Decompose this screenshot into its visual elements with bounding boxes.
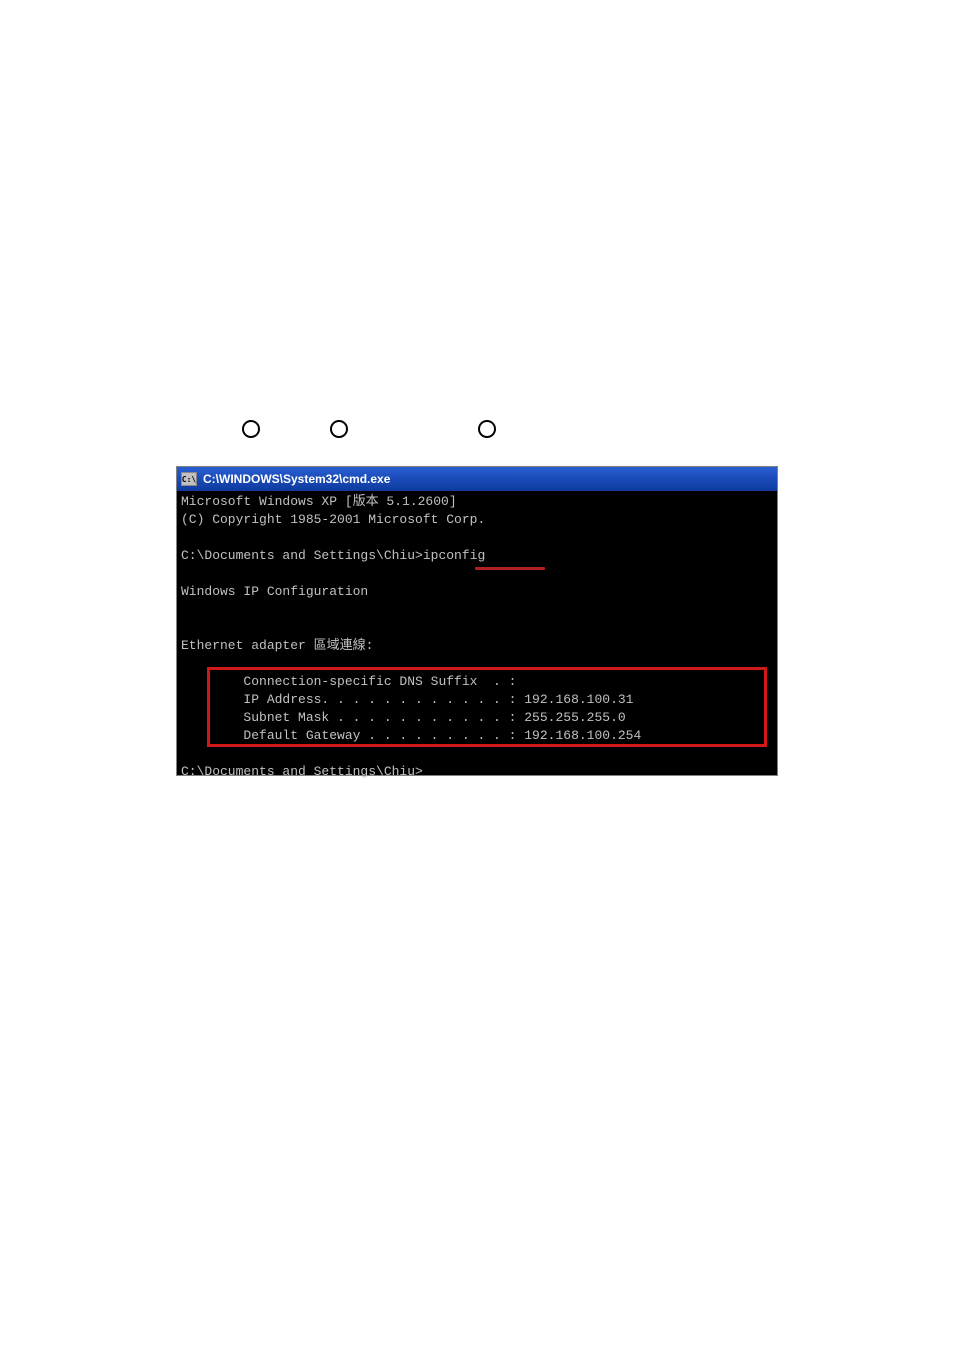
- circle-icon: [330, 420, 348, 438]
- prompt-ipconfig: C:\Documents and Settings\Chiu>ipconfig: [181, 548, 485, 563]
- decorative-circles: [242, 420, 496, 438]
- terminal-output[interactable]: Microsoft Windows XP [版本 5.1.2600] (C) C…: [177, 491, 777, 783]
- ip-address-line: IP Address. . . . . . . . . . . . : 192.…: [181, 692, 633, 707]
- adapter-label: Ethernet adapter 區域連線:: [181, 638, 373, 653]
- cmd-icon: C:\: [181, 472, 197, 486]
- window-title: C:\WINDOWS\System32\cmd.exe: [203, 472, 390, 486]
- copyright-line: (C) Copyright 1985-2001 Microsoft Corp.: [181, 512, 485, 527]
- default-gateway-line: Default Gateway . . . . . . . . . : 192.…: [181, 728, 641, 743]
- dns-suffix-line: Connection-specific DNS Suffix . :: [181, 674, 516, 689]
- prompt-idle: C:\Documents and Settings\Chiu>: [181, 764, 423, 779]
- ipconfig-header: Windows IP Configuration: [181, 584, 368, 599]
- subnet-mask-line: Subnet Mask . . . . . . . . . . . : 255.…: [181, 710, 626, 725]
- command-prompt-window: C:\ C:\WINDOWS\System32\cmd.exe Microsof…: [176, 466, 778, 776]
- os-version-line: Microsoft Windows XP [版本 5.1.2600]: [181, 494, 457, 509]
- window-titlebar[interactable]: C:\ C:\WINDOWS\System32\cmd.exe: [177, 467, 777, 491]
- circle-icon: [242, 420, 260, 438]
- ipconfig-underline-annotation: [475, 567, 545, 570]
- circle-icon: [478, 420, 496, 438]
